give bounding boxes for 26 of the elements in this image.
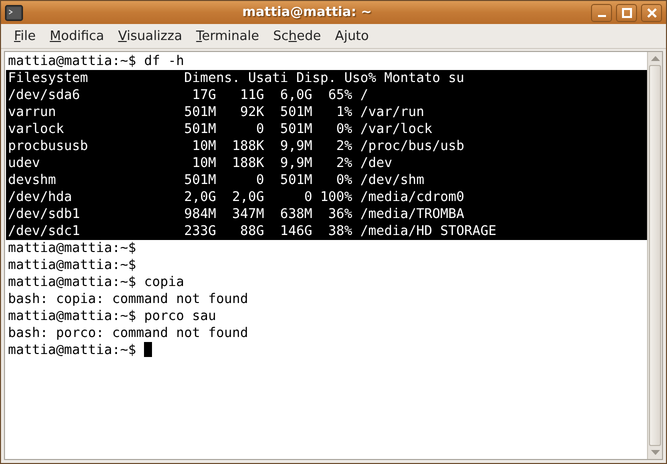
- close-icon: [646, 6, 658, 18]
- minimize-icon: [598, 14, 606, 16]
- menu-item[interactable]: File: [7, 25, 43, 47]
- maximize-icon: [620, 6, 632, 18]
- terminal-line: mattia@mattia:~$ porco sau: [7, 308, 218, 325]
- terminal-line: bash: copia: command not found: [7, 291, 250, 308]
- terminal-icon: [5, 4, 23, 20]
- terminal-line: bash: porco: command not found: [7, 325, 250, 342]
- menu-item[interactable]: Visualizza: [111, 25, 190, 47]
- scrollbar-thumb[interactable]: [649, 65, 661, 446]
- maximize-button[interactable]: [616, 4, 637, 22]
- scroll-up-icon[interactable]: [650, 55, 660, 61]
- menu-item[interactable]: Schede: [266, 25, 328, 47]
- scrollbar[interactable]: [647, 52, 662, 459]
- scroll-down-icon[interactable]: [650, 450, 660, 456]
- menu-item[interactable]: Modifica: [42, 25, 112, 47]
- minimize-button[interactable]: [591, 4, 612, 22]
- terminal-line: mattia@mattia:~$: [7, 240, 138, 257]
- terminal-line: mattia@mattia:~$: [7, 257, 138, 274]
- menu-item[interactable]: Ajuto: [328, 25, 376, 47]
- window-title: mattia@mattia: ~: [241, 5, 373, 20]
- terminal-line: mattia@mattia:~$: [6, 342, 647, 359]
- close-button[interactable]: [641, 4, 662, 22]
- terminal-line: mattia@mattia:~$ copia: [7, 274, 186, 291]
- terminal-line: mattia@mattia:~$ df -h: [7, 53, 186, 70]
- menu-item[interactable]: Terminale: [189, 25, 266, 47]
